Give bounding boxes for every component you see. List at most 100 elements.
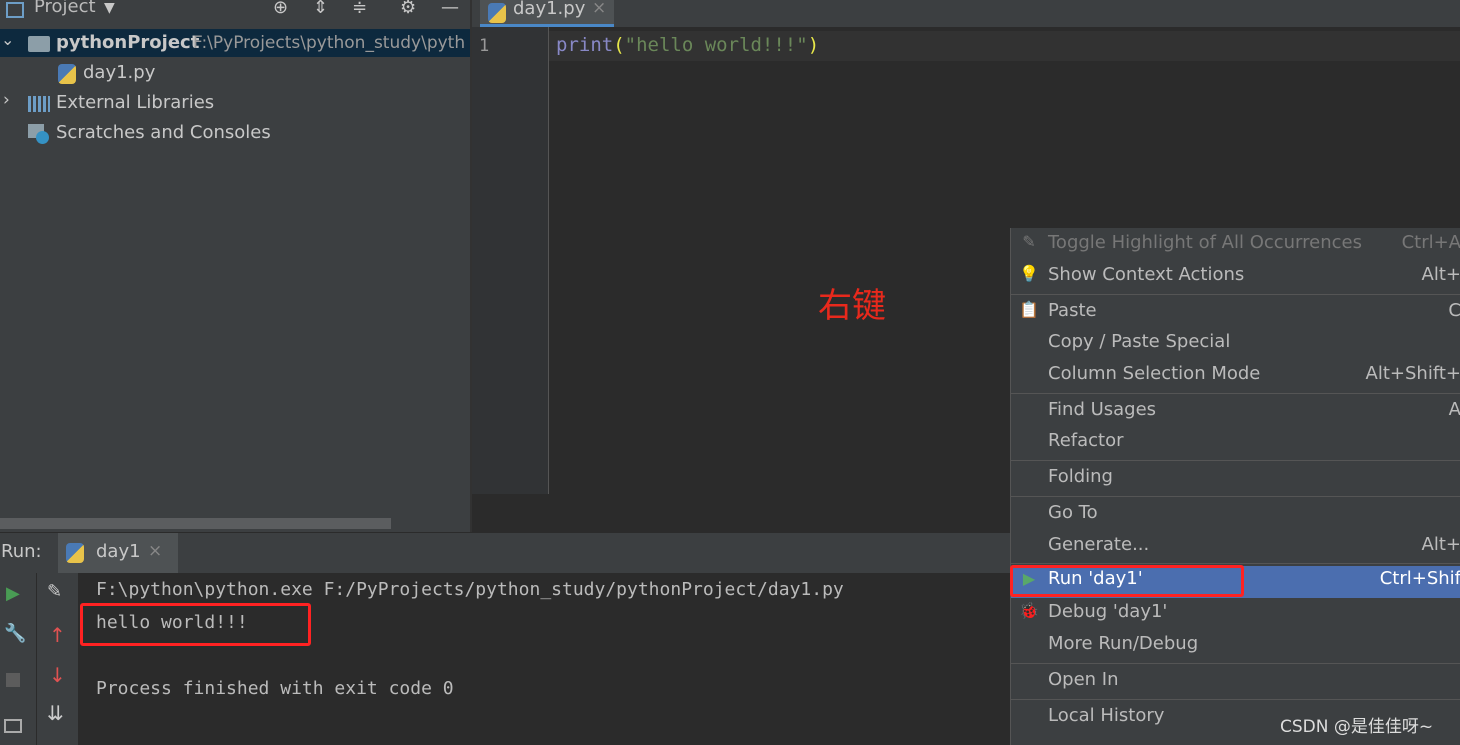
menu-item-go-to[interactable]: Go To	[1011, 500, 1460, 530]
tree-item-path: F:\PyProjects\python_study\pyth	[193, 33, 466, 53]
menu-label: Show Context Actions	[1048, 264, 1245, 285]
menu-separator	[1011, 460, 1460, 461]
run-tab-close-icon[interactable]: ×	[148, 541, 162, 561]
menu-separator	[1011, 563, 1460, 564]
annotation-label: 右键	[818, 286, 886, 326]
project-view-icon	[6, 2, 24, 18]
gear-icon[interactable]: ⚙	[400, 0, 416, 18]
library-icon	[28, 96, 50, 112]
python-file-icon	[58, 64, 76, 84]
down-arrow-icon[interactable]: ↓	[49, 663, 66, 687]
clipboard-icon: 📋	[1019, 300, 1039, 319]
menu-label: Copy / Paste Special	[1048, 331, 1231, 352]
bug-icon: 🐞	[1019, 601, 1039, 620]
menu-item-show-context-actions[interactable]: 💡 Show Context Actions Alt+	[1011, 262, 1460, 292]
menu-label: More Run/Debug	[1048, 633, 1199, 654]
run-tab-label: day1	[96, 541, 141, 562]
clock-icon	[36, 131, 49, 144]
menu-separator	[1011, 663, 1460, 664]
run-toolbar-right: ✎ ↑ ↓ ⇊	[36, 573, 79, 745]
line-number: 1	[479, 36, 490, 56]
menu-item-generate[interactable]: Generate... Alt+	[1011, 532, 1460, 562]
menu-item-more-run-debug[interactable]: More Run/Debug	[1011, 631, 1460, 661]
menu-label: Open In	[1048, 669, 1119, 690]
project-title[interactable]: Project	[34, 0, 96, 17]
gutter-divider	[548, 27, 549, 494]
menu-separator	[1011, 393, 1460, 394]
editor-gutter	[472, 27, 549, 494]
highlight-box-output	[80, 603, 311, 646]
menu-item-column-selection[interactable]: Column Selection Mode Alt+Shift+	[1011, 361, 1460, 391]
chevron-down-icon[interactable]: ⌄	[1, 30, 14, 49]
code-function: print	[556, 34, 614, 56]
code-paren-close: )	[807, 34, 820, 56]
menu-label: Generate...	[1048, 534, 1150, 555]
lightbulb-icon: 💡	[1019, 264, 1039, 283]
expand-all-icon[interactable]: ⇕	[313, 0, 328, 18]
layout-icon[interactable]	[4, 719, 22, 733]
menu-shortcut: A	[1448, 399, 1460, 420]
menu-separator	[1011, 699, 1460, 700]
locate-icon[interactable]: ⊕	[273, 0, 288, 18]
menu-label: Folding	[1048, 466, 1113, 487]
menu-item-folding[interactable]: Folding	[1011, 464, 1460, 494]
code-line[interactable]: print("hello world!!!")	[556, 34, 819, 56]
menu-item-refactor[interactable]: Refactor	[1011, 428, 1460, 458]
context-menu: ✎ Toggle Highlight of All Occurrences Ct…	[1010, 228, 1460, 745]
code-string: "hello world!!!"	[624, 34, 808, 56]
tree-item-label: day1.py	[83, 62, 156, 83]
run-toolbar-left: ▶ 🔧	[0, 573, 36, 745]
tree-item-label: pythonProject	[56, 32, 200, 53]
menu-shortcut: Ctrl+A	[1401, 232, 1460, 253]
watermark: CSDN @是佳佳呀~	[1280, 717, 1434, 737]
tree-item-label: External Libraries	[56, 92, 215, 113]
console-line: F:\python\python.exe F:/PyProjects/pytho…	[96, 579, 844, 600]
editor-tab-bar	[472, 0, 1460, 27]
code-paren-open: (	[613, 34, 625, 56]
run-label: Run:	[1, 541, 42, 562]
scrollbar-thumb[interactable]	[0, 518, 391, 529]
menu-shortcut: Alt+	[1421, 534, 1460, 555]
edit-icon[interactable]: ✎	[47, 581, 62, 602]
dropdown-arrow-icon[interactable]: ▼	[104, 0, 115, 16]
tab-label: day1.py	[513, 0, 586, 19]
folder-icon	[28, 36, 50, 52]
wrench-icon[interactable]: 🔧	[4, 623, 26, 644]
menu-label: Debug 'day1'	[1048, 601, 1168, 622]
menu-label: Column Selection Mode	[1048, 363, 1261, 384]
minimize-icon[interactable]: —	[441, 0, 459, 18]
menu-item-toggle-highlight[interactable]: ✎ Toggle Highlight of All Occurrences Ct…	[1011, 230, 1460, 260]
menu-item-open-in[interactable]: Open In	[1011, 667, 1460, 697]
console-output[interactable]: F:\python\python.exe F:/PyProjects/pytho…	[78, 573, 1010, 745]
menu-item-find-usages[interactable]: Find Usages A	[1011, 397, 1460, 427]
pencil-icon: ✎	[1022, 232, 1036, 251]
tab-day1[interactable]: day1.py ×	[480, 0, 614, 27]
menu-label: Find Usages	[1048, 399, 1157, 420]
menu-label: Local History	[1048, 705, 1165, 726]
tab-close-icon[interactable]: ×	[592, 0, 606, 18]
menu-separator	[1011, 496, 1460, 497]
menu-shortcut: C	[1448, 300, 1460, 321]
menu-label: Toggle Highlight of All Occurrences	[1048, 232, 1362, 253]
menu-item-paste[interactable]: 📋 Paste C	[1011, 298, 1460, 328]
menu-shortcut: Alt+	[1421, 264, 1460, 285]
run-tab-day1[interactable]: day1 ×	[58, 533, 178, 573]
run-panel-header: Run: day1 ×	[0, 533, 1010, 573]
menu-item-debug[interactable]: 🐞 Debug 'day1'	[1011, 599, 1460, 629]
menu-shortcut: Ctrl+Shif	[1379, 568, 1460, 589]
menu-label: Paste	[1048, 300, 1097, 321]
up-arrow-icon[interactable]: ↑	[49, 623, 66, 647]
rerun-icon[interactable]: ▶	[6, 583, 20, 604]
console-line: Process finished with exit code 0	[96, 678, 454, 699]
collapse-all-icon[interactable]: ≑	[352, 0, 367, 18]
sort-down-icon[interactable]: ⇊	[47, 701, 64, 725]
menu-label: Go To	[1048, 502, 1098, 523]
menu-item-copy-paste-special[interactable]: Copy / Paste Special	[1011, 329, 1460, 359]
python-icon	[66, 543, 84, 563]
stop-icon[interactable]	[6, 673, 20, 687]
menu-label: Refactor	[1048, 430, 1124, 451]
tree-item-label: Scratches and Consoles	[56, 122, 271, 143]
chevron-right-icon[interactable]: ›	[3, 90, 10, 110]
menu-separator	[1011, 294, 1460, 295]
project-header: Project ▼ ⊕ ⇕ ≑ ⚙ —	[0, 0, 470, 24]
